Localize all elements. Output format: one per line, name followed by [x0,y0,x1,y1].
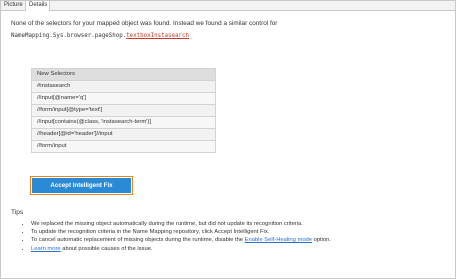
selector-row[interactable]: #instasearch [31,80,216,93]
selector-row[interactable]: //input[@name='q'] [31,92,216,105]
tab-picture[interactable]: Picture [1,1,26,10]
selectors-table: New Selectors #instasearch //input[@name… [31,68,216,153]
path-prefix: NameMapping.Sys.browser.pageShop. [11,33,127,39]
tip-text: about possible causes of the issue. [60,245,153,252]
selector-row[interactable]: //input[contains(@class, 'instasearch-te… [31,116,216,129]
tip-text: option. [312,237,332,244]
selector-row[interactable]: //form/input[@type='text'] [31,104,216,117]
selector-row[interactable]: //form/input [31,140,216,153]
tab-bar: Picture Details [1,1,455,11]
tip-item: Learn more about possible causes of the … [31,245,456,253]
tip-item: We replaced the missing object automatic… [31,220,456,228]
tip-text: To update the recognition criteria in th… [31,229,270,236]
enable-self-healing-link[interactable]: Enable Self-Healing mode [245,237,312,243]
tip-text: To cancel automatic replacement of missi… [31,237,245,244]
tip-text: We replaced the missing object automatic… [31,221,303,227]
tips-heading: Tips [11,209,24,216]
accept-button-focus-ring: Accept Intelligent Fix [30,176,133,195]
tip-item: To update the recognition criteria in th… [31,228,456,236]
selectors-header: New Selectors [31,68,216,81]
mapped-object-path: NameMapping.Sys.browser.pageShop.textbox… [11,33,189,39]
tab-details[interactable]: Details [26,1,50,11]
info-message: None of the selectors for your mapped ob… [11,20,278,27]
tips-list: We replaced the missing object automatic… [23,220,456,253]
accept-intelligent-fix-button[interactable]: Accept Intelligent Fix [32,178,131,193]
details-panel: Picture Details None of the selectors fo… [0,0,456,279]
learn-more-link[interactable]: Learn more [31,246,61,252]
path-object-link[interactable]: textboxInstasearch [126,33,189,39]
selector-row[interactable]: //header[@id='header']//input [31,128,216,141]
tip-item: To cancel automatic replacement of missi… [31,236,456,244]
